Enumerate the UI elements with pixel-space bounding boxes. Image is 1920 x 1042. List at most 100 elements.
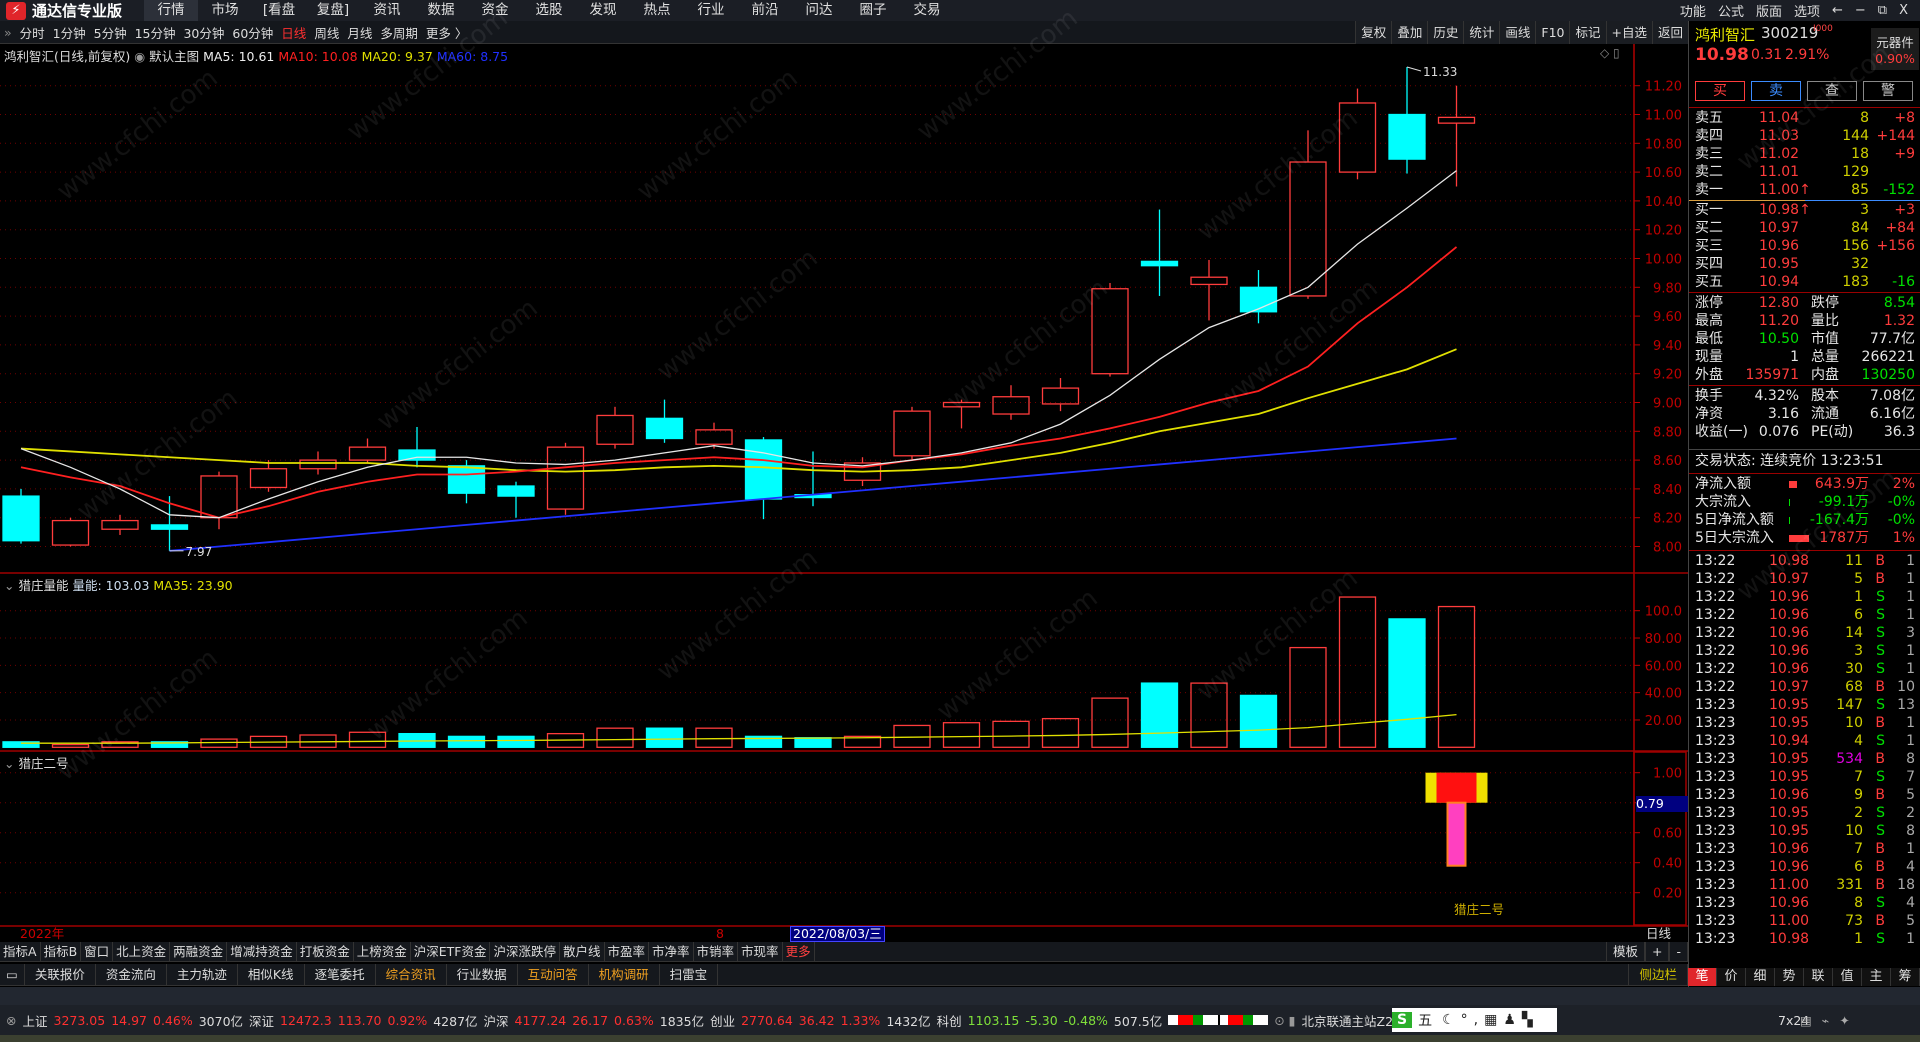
indicator-tabs: 指标A 指标B 窗口 北上资金 两融资金 增减持资金 打板资金 上榜资金 沪深ETF资金 沪深涨跌… [0, 942, 1688, 962]
ime-tool-icons[interactable]: ☾°,▦♟▚ [1442, 1012, 1539, 1028]
info-tab-0[interactable]: 关联报价 [25, 964, 96, 985]
tick-row: 13:22 10.96 3 S 1 [1689, 642, 1920, 660]
quote-tab-1[interactable]: 价 [1717, 968, 1746, 986]
close-icon[interactable]: X [1899, 3, 1908, 18]
index-name[interactable]: 创业 [710, 1011, 735, 1030]
index-pct: 1.33% [840, 1012, 881, 1028]
stat-value: 12.80 [1758, 295, 1799, 311]
quote-tab-4[interactable]: 联 [1804, 968, 1833, 986]
quote-tab-6[interactable]: 主 [1862, 968, 1891, 986]
collapse-icon[interactable]: ⌄ [4, 756, 14, 771]
price-tick-label: 9.00 [1653, 397, 1682, 412]
tick-count: 13 [1897, 697, 1915, 713]
right-menu-3[interactable]: 选项 [1794, 1, 1820, 20]
quote-tab-5[interactable]: 值 [1833, 968, 1862, 986]
level-price: 11.00↑ [1759, 182, 1811, 198]
indicator-tab-13[interactable]: 市销率 [694, 942, 739, 961]
tick-time: 13:23 [1695, 931, 1736, 947]
connection-icon[interactable]: ⊙ ▮ [1274, 1013, 1295, 1028]
indicator-tab-4[interactable]: 两融资金 [170, 942, 228, 961]
market-toggle-icon[interactable]: ⊗ [6, 1013, 16, 1028]
tick-time: 13:23 [1695, 715, 1736, 731]
template-button-2[interactable]: - [1669, 942, 1688, 961]
sidebar-toggle[interactable]: 侧边栏 [1628, 964, 1688, 985]
ime-mode[interactable]: 五 [1418, 1010, 1432, 1030]
indicator-tab-10[interactable]: 散户线 [560, 942, 605, 961]
tick-count: 1 [1906, 661, 1915, 677]
indicator-tab-15[interactable]: 更多 [783, 942, 815, 961]
chart-option-icons[interactable]: ◇ ▯ [1600, 46, 1620, 60]
price-tick-label: 9.20 [1653, 368, 1682, 383]
quote-tab-0[interactable]: 笔 [1688, 968, 1717, 986]
indicator-tab-7[interactable]: 上榜资金 [354, 942, 411, 961]
info-tab-1[interactable]: 资金流向 [96, 964, 167, 985]
index-name[interactable]: 科创 [937, 1011, 962, 1030]
alert-button[interactable]: 警 [1863, 81, 1913, 101]
level-volume: 156 [1842, 238, 1869, 254]
tick-price: 10.96 [1769, 895, 1810, 911]
tick-count: 8 [1906, 751, 1915, 767]
tick-row: 13:23 10.96 6 B 4 [1689, 858, 1920, 876]
stat-label: 总量 [1811, 349, 1839, 365]
indicator-tab-6[interactable]: 打板资金 [297, 942, 354, 961]
indicator-tab-9[interactable]: 沪深涨跌停 [490, 942, 560, 961]
quote-tab-7[interactable]: 筹 [1891, 968, 1920, 986]
indicator-tab-8[interactable]: 沪深ETF资金 [411, 942, 491, 961]
info-tab-7[interactable]: 互动问答 [518, 964, 589, 985]
back-icon[interactable]: ← [1832, 3, 1843, 18]
indicator-tab-12[interactable]: 市净率 [649, 942, 694, 961]
flow-value: -167.4万 [1809, 512, 1869, 528]
indicator-tab-5[interactable]: 增减持资金 [227, 942, 297, 961]
index-name[interactable]: 上证 [22, 1011, 47, 1030]
buy-button[interactable]: 买 [1695, 81, 1745, 101]
tray-icons[interactable]: ▤⌁✦ [1800, 1013, 1860, 1028]
tick-side: B [1875, 571, 1885, 587]
tick-count: 5 [1906, 913, 1915, 929]
indicator-tab-1[interactable]: 指标B [41, 942, 82, 961]
settings-icon[interactable]: ◉ [134, 49, 145, 64]
ime-toolbar[interactable]: S 五 ☾°,▦♟▚ [1392, 1008, 1557, 1032]
tick-price: 10.96 [1769, 859, 1810, 875]
right-menu-1[interactable]: 公式 [1718, 1, 1744, 20]
order-book-row: 卖一 11.00↑ 85 -152 [1689, 181, 1920, 199]
panel-toggle-icon[interactable]: ▭ [0, 964, 25, 985]
restore-icon[interactable]: ⧉ [1878, 3, 1887, 18]
indicator-tab-3[interactable]: 北上资金 [113, 942, 171, 961]
stat-row: 最高 11.20 量比 1.32 [1689, 312, 1920, 330]
sector-box[interactable]: 元器件 0.90% [1871, 28, 1919, 70]
indicator-tab-2[interactable]: 窗口 [81, 942, 114, 961]
collapse-icon[interactable]: ⌄ [4, 578, 14, 593]
server-name[interactable]: 北京联通主站Z2 [1302, 1011, 1394, 1030]
info-tab-4[interactable]: 逐笔委托 [305, 964, 376, 985]
info-tab-3[interactable]: 相似K线 [238, 964, 305, 985]
minimize-icon[interactable]: − [1855, 3, 1866, 18]
level-label: 卖一 [1695, 182, 1723, 198]
stat-row: 外盘 135971 内盘 130250 [1689, 366, 1920, 384]
right-menu-2[interactable]: 版面 [1756, 1, 1782, 20]
index-name[interactable]: 沪深 [484, 1011, 509, 1030]
price-tick-label: 10.20 [1645, 224, 1682, 239]
indicator-tab-14[interactable]: 市现率 [738, 942, 783, 961]
template-button-0[interactable]: 模板 [1605, 942, 1645, 961]
volume-bar [992, 720, 1030, 748]
flow-bar [1789, 517, 1790, 524]
main-chart-label[interactable]: 默认主图 [149, 49, 199, 64]
kline-chart[interactable]: 11.20 11.00 10.80 10.60 10.40 10.20 10.00 9.80 9… [0, 0, 1688, 942]
info-tab-6[interactable]: 行业数据 [447, 964, 518, 985]
query-button[interactable]: 查 [1807, 81, 1857, 101]
sell-button[interactable]: 卖 [1751, 81, 1801, 101]
indicator-tab-0[interactable]: 指标A [0, 942, 41, 961]
quote-tab-3[interactable]: 势 [1775, 968, 1804, 986]
info-tab-9[interactable]: 扫雷宝 [660, 964, 719, 985]
index-name[interactable]: 深证 [249, 1011, 274, 1030]
panel3-cursor-value: 0.79 [1636, 796, 1688, 812]
template-button-1[interactable]: + [1645, 942, 1670, 961]
info-tab-2[interactable]: 主力轨迹 [167, 964, 238, 985]
info-tab-5[interactable]: 综合资讯 [376, 964, 447, 985]
period-label: 日线 [1646, 926, 1672, 941]
indicator-tab-11[interactable]: 市盈率 [605, 942, 650, 961]
stat-value: 8.54 [1883, 295, 1915, 311]
volume-bar [596, 727, 634, 748]
quote-tab-2[interactable]: 细 [1746, 968, 1775, 986]
info-tab-8[interactable]: 机构调研 [589, 964, 660, 985]
